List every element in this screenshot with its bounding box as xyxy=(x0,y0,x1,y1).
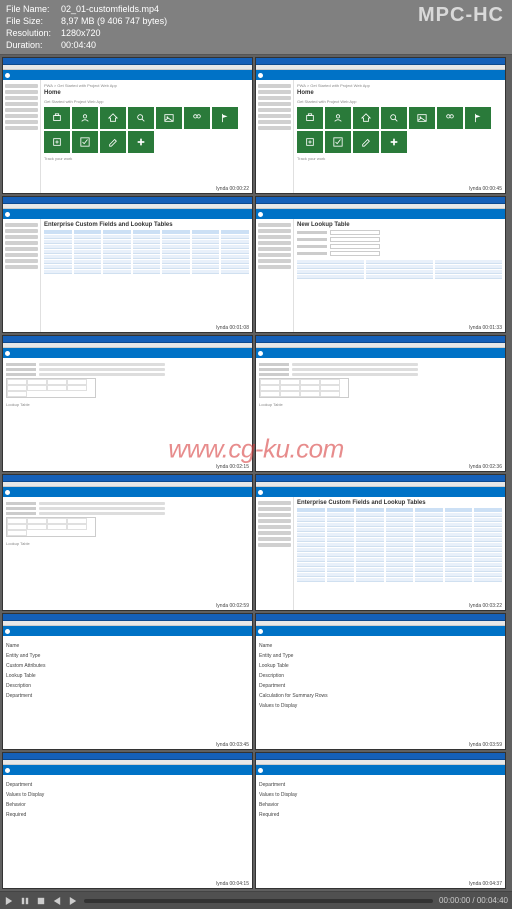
duration-value: 00:04:40 xyxy=(61,39,96,51)
filename-value: 02_01-customfields.mp4 xyxy=(61,3,159,15)
thumbnail[interactable]: Enterprise Custom Fields and Lookup Tabl… xyxy=(255,474,506,611)
home-tile[interactable] xyxy=(325,107,351,129)
thumbnail[interactable]: DepartmentValues to DisplayBehaviorRequi… xyxy=(255,752,506,889)
seek-bar[interactable] xyxy=(84,899,433,903)
timestamp-badge: lynda 00:04:15 xyxy=(215,881,250,887)
home-tile[interactable] xyxy=(100,131,126,153)
home-tile[interactable] xyxy=(437,107,463,129)
next-button[interactable] xyxy=(68,896,78,906)
timestamp-badge: lynda 00:02:15 xyxy=(215,464,250,470)
filename-label: File Name: xyxy=(6,3,61,15)
home-tile[interactable] xyxy=(353,131,379,153)
thumbnail[interactable]: PWA > Get Started with Project Web AppHo… xyxy=(2,57,253,194)
player-controls: 00:00:00 / 00:04:40 xyxy=(0,891,512,909)
timestamp-badge: lynda 00:04:37 xyxy=(468,881,503,887)
thumbnail[interactable]: Enterprise Custom Fields and Lookup Tabl… xyxy=(2,196,253,333)
play-button[interactable] xyxy=(4,896,14,906)
home-tile[interactable] xyxy=(128,107,154,129)
player-name: MPC-HC xyxy=(418,4,504,27)
timestamp-badge: lynda 00:01:08 xyxy=(215,325,250,331)
thumbnail[interactable]: PWA > Get Started with Project Web AppHo… xyxy=(255,57,506,194)
timestamp-badge: lynda 00:01:33 xyxy=(468,325,503,331)
time-display: 00:00:00 / 00:04:40 xyxy=(439,896,508,905)
home-tile[interactable] xyxy=(100,107,126,129)
thumbnail[interactable]: NameEntity and TypeLookup TableDescripti… xyxy=(255,613,506,750)
timestamp-badge: lynda 00:03:45 xyxy=(215,742,250,748)
thumbnail-grid: PWA > Get Started with Project Web AppHo… xyxy=(0,55,512,891)
thumbnail[interactable]: Lookup Tablelynda 00:02:36 xyxy=(255,335,506,472)
home-tile[interactable] xyxy=(297,107,323,129)
thumbnail[interactable]: NameEntity and TypeCustom AttributesLook… xyxy=(2,613,253,750)
thumbnail[interactable]: New Lookup Tablelynda 00:01:33 xyxy=(255,196,506,333)
timestamp-badge: lynda 00:02:36 xyxy=(468,464,503,470)
duration-label: Duration: xyxy=(6,39,61,51)
pause-button[interactable] xyxy=(20,896,30,906)
home-tile[interactable] xyxy=(381,107,407,129)
home-tile[interactable] xyxy=(465,107,491,129)
home-tile[interactable] xyxy=(72,131,98,153)
thumbnail[interactable]: Lookup Tablelynda 00:02:15 xyxy=(2,335,253,472)
thumbnail[interactable]: DepartmentValues to DisplayBehaviorRequi… xyxy=(2,752,253,889)
home-tile[interactable] xyxy=(409,107,435,129)
thumbnail[interactable]: Lookup Tablelynda 00:02:59 xyxy=(2,474,253,611)
home-tile[interactable] xyxy=(44,131,70,153)
home-tile[interactable] xyxy=(297,131,323,153)
home-tile[interactable] xyxy=(325,131,351,153)
prev-button[interactable] xyxy=(52,896,62,906)
home-tile[interactable] xyxy=(212,107,238,129)
resolution-label: Resolution: xyxy=(6,27,61,39)
resolution-value: 1280x720 xyxy=(61,27,101,39)
home-tile[interactable] xyxy=(184,107,210,129)
home-tile[interactable] xyxy=(128,131,154,153)
timestamp-badge: lynda 00:00:45 xyxy=(468,186,503,192)
filesize-value: 8,97 MB (9 406 747 bytes) xyxy=(61,15,167,27)
filesize-label: File Size: xyxy=(6,15,61,27)
home-tile[interactable] xyxy=(44,107,70,129)
timestamp-badge: lynda 00:02:59 xyxy=(215,603,250,609)
stop-button[interactable] xyxy=(36,896,46,906)
home-tile[interactable] xyxy=(353,107,379,129)
timestamp-badge: lynda 00:00:22 xyxy=(215,186,250,192)
home-tile[interactable] xyxy=(72,107,98,129)
timestamp-badge: lynda 00:03:59 xyxy=(468,742,503,748)
home-tile[interactable] xyxy=(156,107,182,129)
home-tile[interactable] xyxy=(381,131,407,153)
timestamp-badge: lynda 00:03:22 xyxy=(468,603,503,609)
